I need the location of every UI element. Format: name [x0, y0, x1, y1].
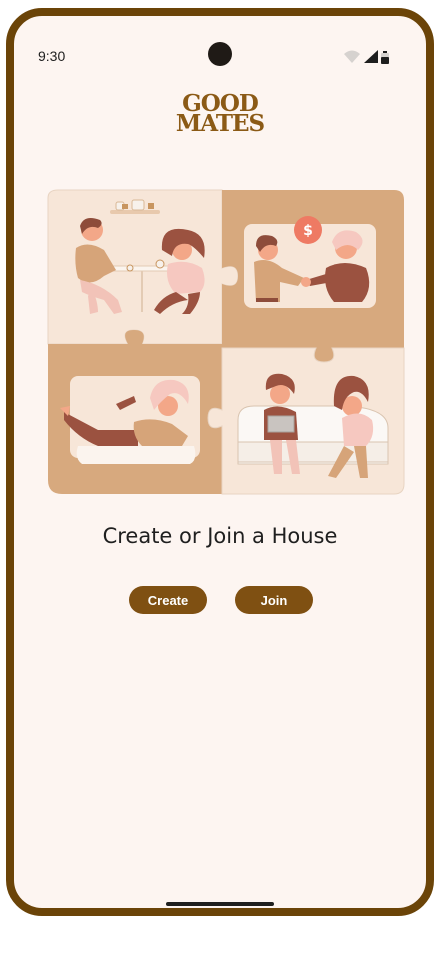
wifi-icon: [344, 50, 360, 63]
camera-cutout: [208, 42, 232, 66]
cellular-signal-icon: [364, 50, 378, 63]
phone-frame: 9:30 GOOD MATES $ Create or Join a House…: [6, 8, 434, 916]
app-logo: GOOD MATES: [14, 92, 426, 137]
svg-text:$: $: [303, 223, 313, 239]
logo-line-mates: MATES: [175, 110, 265, 137]
puzzle-piece-top-right: $: [222, 190, 404, 362]
status-time: 9:30: [38, 48, 66, 64]
puzzle-piece-top-left: [47, 189, 239, 345]
status-bar: 9:30: [14, 16, 426, 66]
status-icons: [344, 50, 389, 64]
join-house-button[interactable]: Join: [235, 586, 313, 614]
puzzle-piece-bottom-right: [207, 347, 405, 495]
page-headline: Create or Join a House: [102, 524, 338, 548]
create-house-button[interactable]: Create: [129, 586, 207, 614]
battery-icon: [381, 51, 389, 64]
puzzle-piece-bottom-left: [48, 330, 222, 494]
roommates-illustration: $: [47, 189, 405, 495]
home-indicator[interactable]: [166, 902, 274, 906]
